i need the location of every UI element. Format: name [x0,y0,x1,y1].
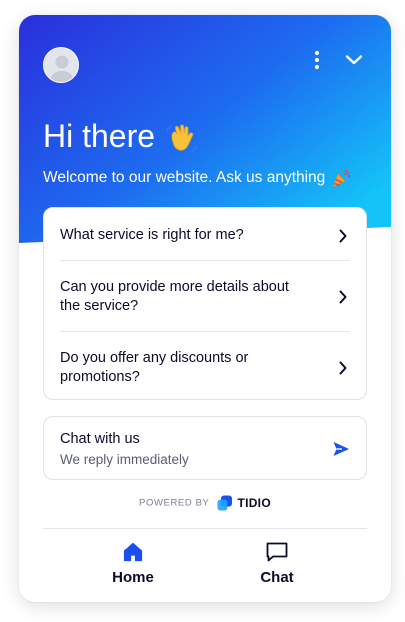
chevron-right-icon [339,361,347,375]
nav-chat[interactable]: Chat [227,537,327,593]
welcome-title: Hi there [43,116,198,156]
nav-divider [43,528,367,529]
send-icon[interactable] [332,440,350,458]
chat-bubble-icon [266,542,288,562]
chevron-down-icon [345,55,363,65]
minimize-button[interactable] [343,49,365,71]
vertical-dots-icon [314,50,320,70]
tidio-logo-icon [217,495,233,511]
faq-card: What service is right for me? Can you pr… [43,207,367,400]
chevron-right-icon [339,229,347,243]
faq-question: Do you offer any discounts or promotions… [60,350,249,385]
party-popper-icon [332,168,350,188]
nav-home[interactable]: Home [83,537,183,593]
chevron-right-icon [339,290,347,304]
divider [60,331,350,332]
welcome-subtitle: Welcome to our website. Ask us anything [43,167,352,189]
faq-item[interactable]: What service is right for me? [60,226,350,246]
faq-item[interactable]: Can you provide more details about the s… [60,278,350,318]
nav-home-label: Home [112,569,154,586]
faq-item[interactable]: Do you offer any discounts or promotions… [60,349,350,389]
powered-by-text: POWERED BY [139,497,210,509]
chat-widget: Hi there Welcome to our website. Ask us … [19,15,391,602]
faq-question: What service is right for me? [60,227,244,243]
powered-by-brand: TIDIO [237,496,271,510]
faq-question: Can you provide more details about the s… [60,279,289,314]
home-icon [123,542,143,562]
chat-card-title: Chat with us [60,431,140,447]
nav-chat-label: Chat [260,569,294,586]
powered-by: POWERED BY TIDIO [19,495,391,513]
start-chat-card[interactable]: Chat with us We reply immediately [43,416,367,480]
subtitle-text: Welcome to our website. Ask us anything [43,169,326,187]
title-text: Hi there [43,118,156,154]
more-options-button[interactable] [309,49,325,71]
chat-card-subtitle: We reply immediately [60,452,189,467]
divider [60,260,350,261]
agent-avatar [43,47,79,83]
waving-hand-icon [166,124,197,152]
